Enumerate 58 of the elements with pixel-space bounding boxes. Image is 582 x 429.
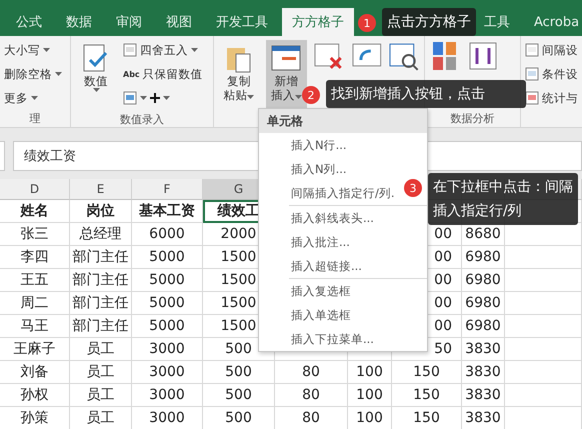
header-cell: 基本工资 [132, 200, 203, 223]
abc-label: Abc [123, 70, 140, 78]
table-cell: 王麻子 [0, 338, 70, 361]
table-cell: 3830 [462, 361, 505, 384]
table-cell: 部门主任 [70, 269, 132, 292]
table-cell: 100 [348, 361, 392, 384]
table-cell: 王五 [0, 269, 70, 292]
table-cell: 100 [348, 407, 392, 429]
table-cell: 孙策 [0, 407, 70, 429]
table-cell: 80 [275, 361, 348, 384]
table-cell: 员工 [70, 338, 132, 361]
table-cell: 6980 [462, 246, 505, 269]
table-cell: 5000 [132, 315, 203, 338]
table-cell: 周二 [0, 292, 70, 315]
table-cell: 3000 [132, 361, 203, 384]
header-cell: 姓名 [0, 200, 70, 223]
table-cell: 150 [392, 407, 462, 429]
table-cell: 6980 [462, 315, 505, 338]
table-cell: 5000 [132, 292, 203, 315]
menu-header: 单元格 [259, 109, 427, 133]
table-cell: 总经理 [70, 223, 132, 246]
callout-text: 点击方方格子 [382, 8, 476, 36]
table-cell: 员工 [70, 361, 132, 384]
callout-text: 在下拉框中点击：间隔插入指定行/列 [428, 173, 578, 225]
table-cell: 5000 [132, 246, 203, 269]
group-label: 数据分析 [450, 111, 496, 127]
table-cell: 150 [392, 361, 462, 384]
table-cell: 80 [275, 384, 348, 407]
table-cell: 100 [348, 384, 392, 407]
table-cell: 3000 [132, 407, 203, 429]
table-cell: 3830 [462, 338, 505, 361]
table-cell: 6980 [462, 292, 505, 315]
table-cell: 员工 [70, 407, 132, 429]
table-cell: 员工 [70, 384, 132, 407]
table-cell: 80 [275, 407, 348, 429]
table-cell: 刘备 [0, 361, 70, 384]
callout-text: 找到新增插入按钮，点击 [326, 80, 526, 108]
table-cell: 部门主任 [70, 246, 132, 269]
table-cell: 6000 [132, 223, 203, 246]
group-label: 理 [28, 111, 42, 127]
table-cell: 3000 [132, 384, 203, 407]
table-cell: 5000 [132, 269, 203, 292]
table-cell: 500 [203, 407, 275, 429]
table-cell: 500 [203, 384, 275, 407]
table-cell: 孙权 [0, 384, 70, 407]
table-cell: 部门主任 [70, 315, 132, 338]
table-cell: 500 [203, 361, 275, 384]
table-cell: 张三 [0, 223, 70, 246]
table-cell: 3830 [462, 407, 505, 429]
table-cell: 3830 [462, 384, 505, 407]
table-cell: 150 [392, 384, 462, 407]
table-cell: 部门主任 [70, 292, 132, 315]
table-cell: 李四 [0, 246, 70, 269]
group-label: 数值录入 [119, 112, 165, 127]
table-cell: 6980 [462, 269, 505, 292]
table-cell: 3000 [132, 338, 203, 361]
header-cell: 岗位 [70, 200, 132, 223]
table-cell: 马王 [0, 315, 70, 338]
